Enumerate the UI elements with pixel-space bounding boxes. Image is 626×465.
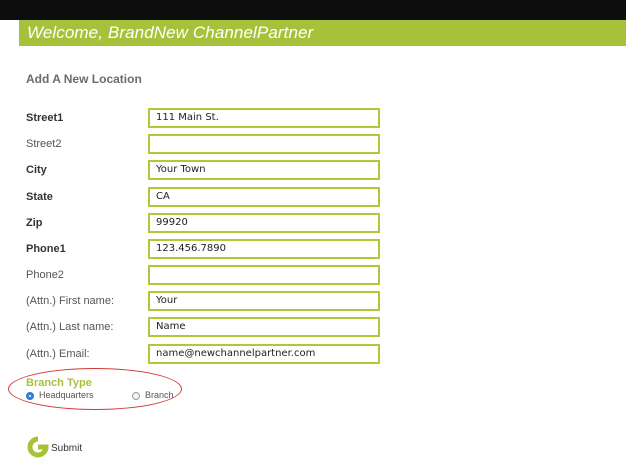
phone1-input[interactable]	[148, 239, 380, 259]
state-input[interactable]	[148, 187, 380, 207]
first-name-input[interactable]	[148, 291, 380, 311]
radio-headquarters[interactable]: Headquarters	[26, 390, 94, 400]
street2-label: Street2	[26, 138, 62, 150]
branch-type-label: Branch Type	[26, 377, 92, 389]
state-label: State	[26, 191, 53, 203]
top-bar	[0, 0, 626, 20]
annotation-ellipse	[8, 368, 182, 410]
form-row-city: City	[26, 160, 386, 182]
last-name-input[interactable]	[148, 317, 380, 337]
form-row-phone1: Phone1	[26, 239, 386, 261]
radio-headquarters-label: Headquarters	[39, 390, 94, 400]
phone2-label: Phone2	[26, 269, 64, 281]
branch-type-group: Branch Type Headquarters Branch	[8, 368, 183, 410]
form-row-first-name: (Attn.) First name:	[26, 291, 386, 313]
form-row-state: State	[26, 187, 386, 209]
city-input[interactable]	[148, 160, 380, 180]
form-row-phone2: Phone2	[26, 265, 386, 287]
email-label: (Attn.) Email:	[26, 348, 90, 360]
phone1-label: Phone1	[26, 243, 66, 255]
first-name-label: (Attn.) First name:	[26, 295, 115, 307]
form-row-email: (Attn.) Email:	[26, 344, 386, 366]
page-title: Add A New Location	[26, 72, 142, 86]
street1-label: Street1	[26, 112, 64, 124]
street2-input[interactable]	[148, 134, 380, 154]
submit-logo-icon	[27, 436, 49, 458]
phone2-input[interactable]	[148, 265, 380, 285]
form-row-street2: Street2	[26, 134, 386, 156]
last-name-label: (Attn.) Last name:	[26, 321, 114, 333]
street1-input[interactable]	[148, 108, 380, 128]
welcome-banner: Welcome, BrandNew ChannelPartner	[19, 20, 626, 46]
radio-branch-dot[interactable]	[132, 391, 140, 400]
welcome-text: Welcome, BrandNew ChannelPartner	[27, 23, 314, 42]
zip-input[interactable]	[148, 213, 380, 233]
email-input[interactable]	[148, 344, 380, 364]
city-label: City	[26, 164, 47, 176]
form-row-last-name: (Attn.) Last name:	[26, 317, 386, 339]
radio-branch[interactable]: Branch	[132, 390, 174, 400]
radio-branch-label: Branch	[145, 390, 174, 400]
submit-label: Submit	[51, 443, 83, 454]
form-row-zip: Zip	[26, 213, 386, 235]
radio-headquarters-dot[interactable]	[26, 391, 34, 400]
form-row-street1: Street1	[26, 108, 386, 130]
zip-label: Zip	[26, 217, 43, 229]
